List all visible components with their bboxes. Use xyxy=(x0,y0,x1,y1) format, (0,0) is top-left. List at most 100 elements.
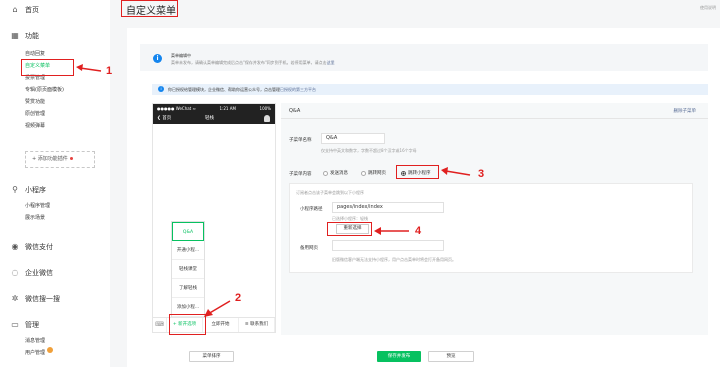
submenu-name-input[interactable]: Q&A xyxy=(321,133,385,144)
menu-status-desc: 菜单未发布，请确认菜单编辑完成后点击"保存并发布"同步到手机。若停用菜单，请点击… xyxy=(171,60,335,66)
sidebar-item-messages[interactable]: 消息管理 xyxy=(0,335,110,347)
user-icon xyxy=(264,115,270,122)
sidebar-work-label: 企业微信 xyxy=(25,269,53,277)
sidebar-item-miniprogram-manage[interactable]: 小程序管理 xyxy=(0,200,110,212)
pay-icon: ◉ xyxy=(11,242,19,251)
phone-sub-menu: Q&A 开通小程... 轻栈课堂 了解轻栈 添加小程... xyxy=(171,221,205,318)
sidebar-item-users-label: 用户管理 xyxy=(25,350,46,356)
notice-text: 你已授权给管理模块，企业微信、帮助你运营公众号，点击管理已授权的第三方平台 xyxy=(168,87,316,93)
preview-button[interactable]: 预览 xyxy=(428,351,474,362)
radio-jump-webpage-label: 跳转网页 xyxy=(368,171,386,176)
save-publish-button[interactable]: 保存并发布 xyxy=(377,351,421,362)
annotation-number-2: 2 xyxy=(235,292,242,304)
notice-text-body: 你已授权给管理模块，企业微信、帮助你运营公众号，点击管理 xyxy=(168,87,280,92)
sidebar-item-reward[interactable]: 赞赏功能 xyxy=(0,96,110,108)
red-dot-badge xyxy=(69,157,73,160)
menu-status-desc-text: 菜单未发布，请确认菜单编辑完成后点击"保存并发布"同步到手机。若停用菜单，请点击 xyxy=(171,60,327,65)
annotation-arrow-2 xyxy=(204,300,231,317)
sparkle-icon: ✲ xyxy=(11,294,19,303)
annotation-number-4: 4 xyxy=(415,225,422,237)
help-link[interactable]: 使用说明 xyxy=(700,5,716,11)
add-plugin-button[interactable]: + 添加功能插件 xyxy=(25,151,95,168)
editor-title: Q&A xyxy=(289,108,301,114)
menu-contact-us[interactable]: ≡ 联系我们 xyxy=(239,318,275,332)
sidebar-miniprogram-label: 小程序 xyxy=(25,186,46,194)
authorization-notice: i 你已授权给管理模块，企业微信、帮助你运营公众号，点击管理已授权的第三方平台 xyxy=(152,84,708,95)
sidebar-search-label: 微信搜一搜 xyxy=(25,295,60,303)
sidebar-manage-label: 管理 xyxy=(25,321,39,329)
phone-battery: 100% xyxy=(259,106,271,111)
annotation-box-title xyxy=(121,0,178,17)
radio-send-message-label: 发送消息 xyxy=(330,171,348,176)
manage-icon: ▭ xyxy=(11,320,19,329)
sidebar-item-users[interactable]: 用户管理 xyxy=(0,347,110,359)
sidebar-function-group: ▦ 功能 自动回复 自定义菜单 投票管理 专辑(原页面模板) 赞赏功能 原创管理… xyxy=(0,29,110,132)
submenu-name-label: 子菜单名称 xyxy=(289,138,312,143)
phone-carrier: ●●●●● WeChat ≈ xyxy=(157,106,196,111)
annotation-box-4 xyxy=(327,222,372,236)
keyboard-icon[interactable]: ⌨ xyxy=(153,318,167,332)
new-badge xyxy=(47,347,54,353)
work-icon: ◌ xyxy=(11,268,19,277)
miniprogram-path-input[interactable]: pages/index/index xyxy=(332,202,444,213)
radio-send-message[interactable]: 发送消息 xyxy=(323,170,348,176)
link-icon: ⚲ xyxy=(12,185,18,194)
radio-jump-webpage[interactable]: 跳转网页 xyxy=(361,170,386,176)
sub-menu-item-open-miniprogram[interactable]: 开通小程... xyxy=(172,241,204,260)
phone-status-bar: ●●●●● WeChat ≈ 1:21 AM 100% xyxy=(153,104,275,113)
annotation-number-3: 3 xyxy=(478,168,485,180)
sidebar-miniprogram-group: ⚲ 小程序 小程序管理 展示场景 xyxy=(0,183,110,224)
sub-menu-item-qa[interactable]: Q&A xyxy=(172,222,204,241)
backup-webpage-input[interactable] xyxy=(332,240,444,251)
backup-webpage-hint: 旧版微信客户端无法支持小程序，用户点击菜单时将会打开备用网页。 xyxy=(332,257,456,262)
annotation-arrow-4 xyxy=(374,227,409,235)
sidebar-search[interactable]: ✲ 微信搜一搜 xyxy=(0,292,110,306)
sidebar-function-label: 功能 xyxy=(25,32,39,40)
phone-time: 1:21 AM xyxy=(219,106,236,111)
annotation-box-2 xyxy=(169,314,206,335)
sidebar: ⌂ 首页 ▦ 功能 自动回复 自定义菜单 投票管理 专辑(原页面模板) 赞赏功能… xyxy=(0,0,110,367)
sidebar-item-original[interactable]: 原创管理 xyxy=(0,108,110,120)
editor-header: Q&A 删除子菜单 xyxy=(281,103,708,119)
sidebar-pay[interactable]: ◉ 微信支付 xyxy=(0,240,110,254)
menu-sort-button[interactable]: 菜单排序 xyxy=(189,351,234,362)
menu-status-title: 菜单编辑中 xyxy=(171,53,191,58)
phone-account-name: 轻栈 xyxy=(205,116,214,121)
sub-menu-item-about[interactable]: 了解轻栈 xyxy=(172,279,204,298)
annotation-arrow-1 xyxy=(76,64,102,72)
miniprogram-panel-hint: 订阅者点击该子菜单会跳到以下小程序 xyxy=(296,190,364,195)
sidebar-manage-group: ▭ 管理 消息管理 用户管理 xyxy=(0,318,110,359)
sidebar-home-label: 首页 xyxy=(25,6,39,14)
menu-start-now[interactable]: 立即开始 xyxy=(203,318,239,332)
phone-back: ❮ 首页 xyxy=(157,116,172,121)
submenu-name-hint: 仅支持中英文和数字，字数不超过8个汉字或16个字母 xyxy=(321,148,417,153)
phone-preview: ●●●●● WeChat ≈ 1:21 AM 100% ❮ 首页 轻栈 Q&A … xyxy=(152,103,276,333)
sidebar-home[interactable]: ⌂ 首页 xyxy=(0,3,110,17)
add-plugin-label: 添加功能插件 xyxy=(37,156,68,162)
info-icon: i xyxy=(158,86,164,92)
sidebar-item-danmaku[interactable]: 视频弹幕 xyxy=(0,120,110,132)
sub-menu-item-classroom[interactable]: 轻栈课堂 xyxy=(172,260,204,279)
app-root: ⌂ 首页 ▦ 功能 自动回复 自定义菜单 投票管理 专辑(原页面模板) 赞赏功能… xyxy=(0,0,720,367)
annotation-box-1 xyxy=(21,59,74,76)
home-icon: ⌂ xyxy=(12,5,18,14)
radio-circle xyxy=(323,170,328,176)
menu-editor: Q&A 删除子菜单 子菜单名称 Q&A 仅支持中英文和数字，字数不超过8个汉字或… xyxy=(281,103,708,335)
grid-icon: ▦ xyxy=(11,31,19,40)
disable-menu-link[interactable]: 这里 xyxy=(327,60,335,65)
menu-status-card: i 菜单编辑中 菜单未发布，请确认菜单编辑完成后点击"保存并发布"同步到手机。若… xyxy=(140,44,708,71)
phone-nav-bar: ❮ 首页 轻栈 xyxy=(153,113,275,124)
annotation-number-1: 1 xyxy=(106,65,113,77)
radio-circle xyxy=(361,170,366,176)
third-party-link[interactable]: 已授权的第三方平台 xyxy=(280,87,316,92)
miniprogram-path-label: 小程序路径 xyxy=(300,207,323,212)
submenu-content-label: 子菜单内容 xyxy=(289,172,312,177)
sidebar-item-scenes[interactable]: 展示场景 xyxy=(0,212,110,224)
annotation-box-3 xyxy=(396,165,439,179)
annotation-arrow-3 xyxy=(441,167,471,176)
sidebar-pay-label: 微信支付 xyxy=(25,243,53,251)
sidebar-item-album[interactable]: 专辑(原页面模板) xyxy=(0,84,110,96)
delete-submenu-link[interactable]: 删除子菜单 xyxy=(674,108,697,114)
info-icon: i xyxy=(153,54,162,63)
sidebar-work[interactable]: ◌ 企业微信 xyxy=(0,266,110,280)
